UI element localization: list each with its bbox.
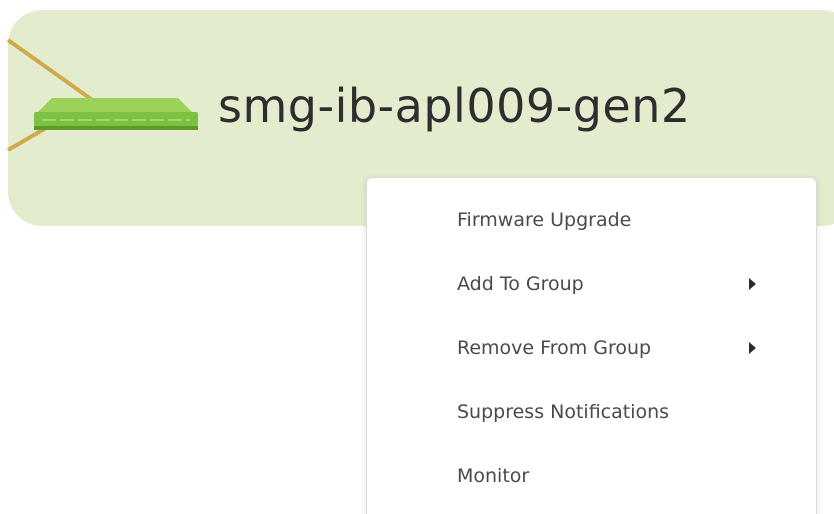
menu-item-label: Suppress Notifications: [457, 401, 670, 423]
menu-item-firmware-upgrade[interactable]: Firmware Upgrade: [457, 200, 767, 240]
caret-right-icon: [749, 342, 756, 354]
menu-item-label: Remove From Group: [457, 337, 652, 359]
menu-item-remove-from-group[interactable]: Remove From Group: [457, 328, 767, 368]
menu-item-suppress-notifications[interactable]: Suppress Notifications: [457, 392, 767, 432]
network-switch-icon[interactable]: [30, 92, 202, 138]
context-menu: Firmware Upgrade Add To Group Remove Fro…: [366, 177, 817, 514]
caret-right-icon: [749, 278, 756, 290]
menu-item-label: Firmware Upgrade: [457, 209, 632, 231]
menu-item-label: Monitor: [457, 465, 530, 487]
topology-canvas[interactable]: smg-ib-apl009-gen2 Firmware Upgrade Add …: [0, 0, 834, 514]
menu-item-add-to-group[interactable]: Add To Group: [457, 264, 767, 304]
menu-item-monitor[interactable]: Monitor: [457, 456, 767, 496]
switch-node-label[interactable]: smg-ib-apl009-gen2: [218, 76, 691, 136]
menu-item-label: Add To Group: [457, 273, 584, 295]
